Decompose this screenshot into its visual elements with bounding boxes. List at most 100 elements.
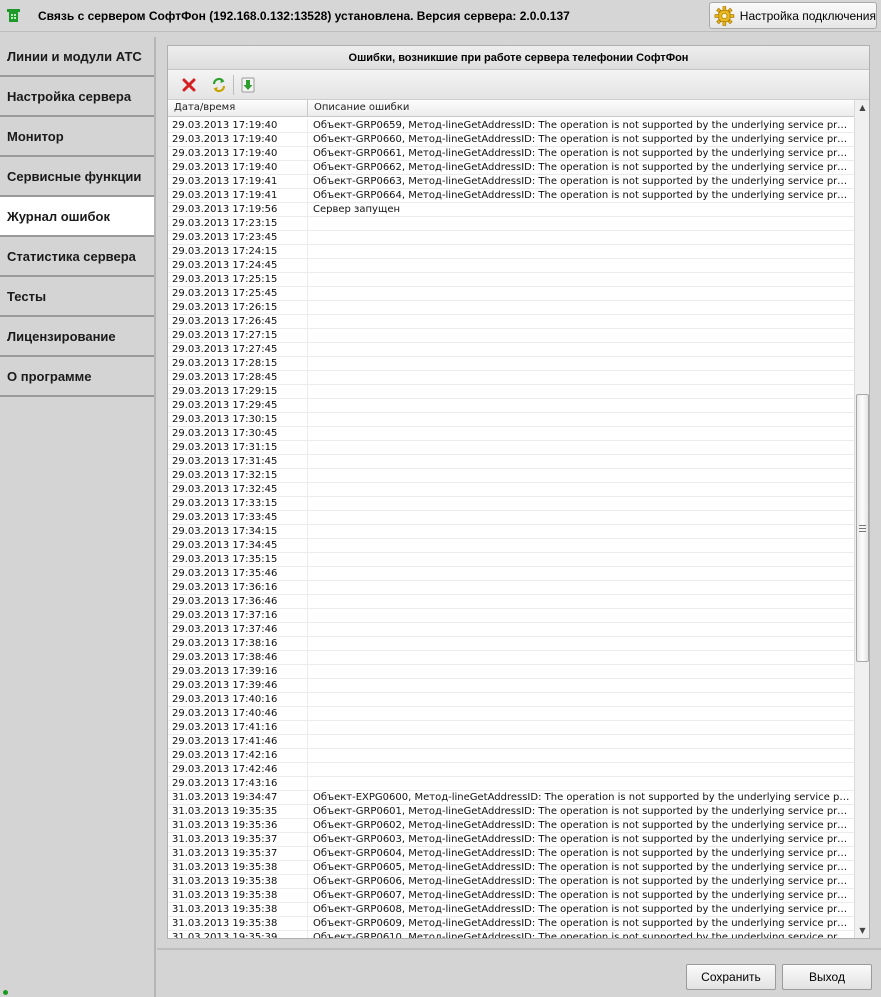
cell-datetime: 29.03.2013 17:42:46 [168, 763, 308, 776]
scrollbar-thumb[interactable] [856, 394, 869, 662]
table-row[interactable]: 31.03.2013 19:35:38 Объект-GRP0605, Метод… [168, 861, 854, 875]
cell-description [308, 651, 854, 664]
table-row[interactable]: 29.03.2013 17:40:16 [168, 693, 854, 707]
table-row[interactable]: 29.03.2013 17:36:46 [168, 595, 854, 609]
table-row[interactable]: 29.03.2013 17:31:15 [168, 441, 854, 455]
table-row[interactable]: 29.03.2013 17:19:40 Объект-GRP0659, Метод… [168, 119, 854, 133]
table-row[interactable]: 29.03.2013 17:26:15 [168, 301, 854, 315]
table-row[interactable]: 31.03.2013 19:35:36 Объект-GRP0602, Метод… [168, 819, 854, 833]
table-row[interactable]: 29.03.2013 17:29:45 [168, 399, 854, 413]
table-row[interactable]: 29.03.2013 17:38:16 [168, 637, 854, 651]
table-row[interactable]: 29.03.2013 17:31:45 [168, 455, 854, 469]
connection-status-title: Связь с сервером СофтФон (192.168.0.132:… [38, 9, 570, 23]
table-row[interactable]: 29.03.2013 17:19:41 Объект-GRP0663, Метод… [168, 175, 854, 189]
table-row[interactable]: 29.03.2013 17:24:45 [168, 259, 854, 273]
cell-description [308, 301, 854, 314]
exit-button[interactable]: Выход [782, 964, 872, 990]
cell-description [308, 539, 854, 552]
cell-datetime: 31.03.2013 19:35:37 [168, 847, 308, 860]
sidebar-item-8[interactable]: О программе [0, 357, 154, 397]
table-row[interactable]: 29.03.2013 17:35:15 [168, 553, 854, 567]
table-row[interactable]: 31.03.2013 19:35:38 Объект-GRP0608, Метод… [168, 903, 854, 917]
column-header-description[interactable]: Описание ошибки [308, 100, 854, 116]
export-button[interactable] [236, 74, 260, 96]
table-row[interactable]: 29.03.2013 17:30:45 [168, 427, 854, 441]
table-row[interactable]: 29.03.2013 17:30:15 [168, 413, 854, 427]
cell-datetime: 29.03.2013 17:37:46 [168, 623, 308, 636]
table-row[interactable]: 29.03.2013 17:27:15 [168, 329, 854, 343]
sidebar-nav: Линии и модули АТС Настройка сервера Монит… [0, 37, 156, 997]
sidebar-item-0[interactable]: Линии и модули АТС [0, 37, 154, 77]
table-row[interactable]: 29.03.2013 17:25:15 [168, 273, 854, 287]
cell-datetime: 29.03.2013 17:33:45 [168, 511, 308, 524]
cell-description: Объект-GRP0606, Метод-lineGetAddressID: … [313, 876, 854, 887]
table-row[interactable]: 31.03.2013 19:34:47 Объект-EXPG0600, Мето… [168, 791, 854, 805]
sidebar-item-1[interactable]: Настройка сервера [0, 77, 154, 117]
table-row[interactable]: 29.03.2013 17:34:45 [168, 539, 854, 553]
table-row[interactable]: 29.03.2013 17:27:45 [168, 343, 854, 357]
table-row[interactable]: 29.03.2013 17:34:15 [168, 525, 854, 539]
grip-icon [859, 524, 866, 532]
cell-datetime: 29.03.2013 17:41:16 [168, 721, 308, 734]
table-row[interactable]: 29.03.2013 17:19:40 Объект-GRP0661, Метод… [168, 147, 854, 161]
table-row[interactable]: 29.03.2013 17:25:45 [168, 287, 854, 301]
table-row[interactable]: 29.03.2013 17:23:45 [168, 231, 854, 245]
table-row[interactable]: 29.03.2013 17:33:45 [168, 511, 854, 525]
table-row[interactable]: 31.03.2013 19:35:37 Объект-GRP0603, Метод… [168, 833, 854, 847]
table-row[interactable]: 29.03.2013 17:37:46 [168, 623, 854, 637]
table-row[interactable]: 31.03.2013 19:35:37 Объект-GRP0604, Метод… [168, 847, 854, 861]
error-log-grid: Дата/время Описание ошибки 29.03.2013 17… [168, 100, 869, 938]
table-row[interactable]: 31.03.2013 19:35:39 Объект-GRP0610, Метод… [168, 931, 854, 938]
table-row[interactable]: 29.03.2013 17:36:16 [168, 581, 854, 595]
table-row[interactable]: 29.03.2013 17:39:16 [168, 665, 854, 679]
table-row[interactable]: 29.03.2013 17:19:56 Сервер запущен [168, 203, 854, 217]
table-row[interactable]: 29.03.2013 17:40:46 [168, 707, 854, 721]
vertical-scrollbar[interactable]: ▲ ▼ [854, 100, 869, 938]
scroll-up-arrow-icon[interactable]: ▲ [855, 100, 869, 115]
table-row[interactable]: 29.03.2013 17:28:45 [168, 371, 854, 385]
table-row[interactable]: 29.03.2013 17:41:16 [168, 721, 854, 735]
table-row[interactable]: 29.03.2013 17:19:40 Объект-GRP0662, Метод… [168, 161, 854, 175]
table-row[interactable]: 29.03.2013 17:43:16 [168, 777, 854, 791]
column-header-datetime[interactable]: Дата/время [168, 100, 308, 116]
table-row[interactable]: 29.03.2013 17:42:16 [168, 749, 854, 763]
clear-log-button[interactable] [177, 74, 201, 96]
sidebar-item-3[interactable]: Сервисные функции [0, 157, 154, 197]
table-row[interactable]: 29.03.2013 17:19:40 Объект-GRP0660, Метод… [168, 133, 854, 147]
refresh-button[interactable] [207, 74, 231, 96]
table-row[interactable]: 29.03.2013 17:39:46 [168, 679, 854, 693]
table-row[interactable]: 29.03.2013 17:38:46 [168, 651, 854, 665]
cell-description [308, 371, 854, 384]
table-row[interactable]: 29.03.2013 17:24:15 [168, 245, 854, 259]
table-row[interactable]: 29.03.2013 17:41:46 [168, 735, 854, 749]
table-row[interactable]: 29.03.2013 17:37:16 [168, 609, 854, 623]
table-row[interactable]: 29.03.2013 17:32:15 [168, 469, 854, 483]
connection-settings-button[interactable]: Настройка подключения [709, 2, 877, 29]
cell-datetime: 31.03.2013 19:35:38 [168, 875, 308, 888]
sidebar-item-7[interactable]: Лицензирование [0, 317, 154, 357]
cell-datetime: 31.03.2013 19:35:38 [168, 903, 308, 916]
table-row[interactable]: 29.03.2013 17:42:46 [168, 763, 854, 777]
table-row[interactable]: 31.03.2013 19:35:38 Объект-GRP0606, Метод… [168, 875, 854, 889]
table-row[interactable]: 31.03.2013 19:35:35 Объект-GRP0601, Метод… [168, 805, 854, 819]
table-row[interactable]: 29.03.2013 17:23:15 [168, 217, 854, 231]
table-row[interactable]: 29.03.2013 17:35:46 [168, 567, 854, 581]
sidebar-item-2[interactable]: Монитор [0, 117, 154, 157]
table-row[interactable]: 31.03.2013 19:35:38 Объект-GRP0607, Метод… [168, 889, 854, 903]
cell-description: Объект-GRP0605, Метод-lineGetAddressID: … [313, 862, 854, 873]
table-row[interactable]: 29.03.2013 17:32:45 [168, 483, 854, 497]
table-row[interactable]: 31.03.2013 19:35:38 Объект-GRP0609, Метод… [168, 917, 854, 931]
sidebar-item-6[interactable]: Тесты [0, 277, 154, 317]
table-row[interactable]: 29.03.2013 17:26:45 [168, 315, 854, 329]
bottom-bar: Сохранить Выход [157, 948, 881, 997]
sidebar-item-4[interactable]: Журнал ошибок [0, 197, 154, 237]
sidebar-item-5[interactable]: Статистика сервера [0, 237, 154, 277]
table-row[interactable]: 29.03.2013 17:19:41 Объект-GRP0664, Метод… [168, 189, 854, 203]
save-button[interactable]: Сохранить [686, 964, 776, 990]
cell-description [308, 315, 854, 328]
cell-description: Объект-GRP0602, Метод-lineGetAddressID: … [313, 820, 854, 831]
table-row[interactable]: 29.03.2013 17:33:15 [168, 497, 854, 511]
table-row[interactable]: 29.03.2013 17:28:15 [168, 357, 854, 371]
table-row[interactable]: 29.03.2013 17:29:15 [168, 385, 854, 399]
scroll-down-arrow-icon[interactable]: ▼ [855, 923, 869, 938]
